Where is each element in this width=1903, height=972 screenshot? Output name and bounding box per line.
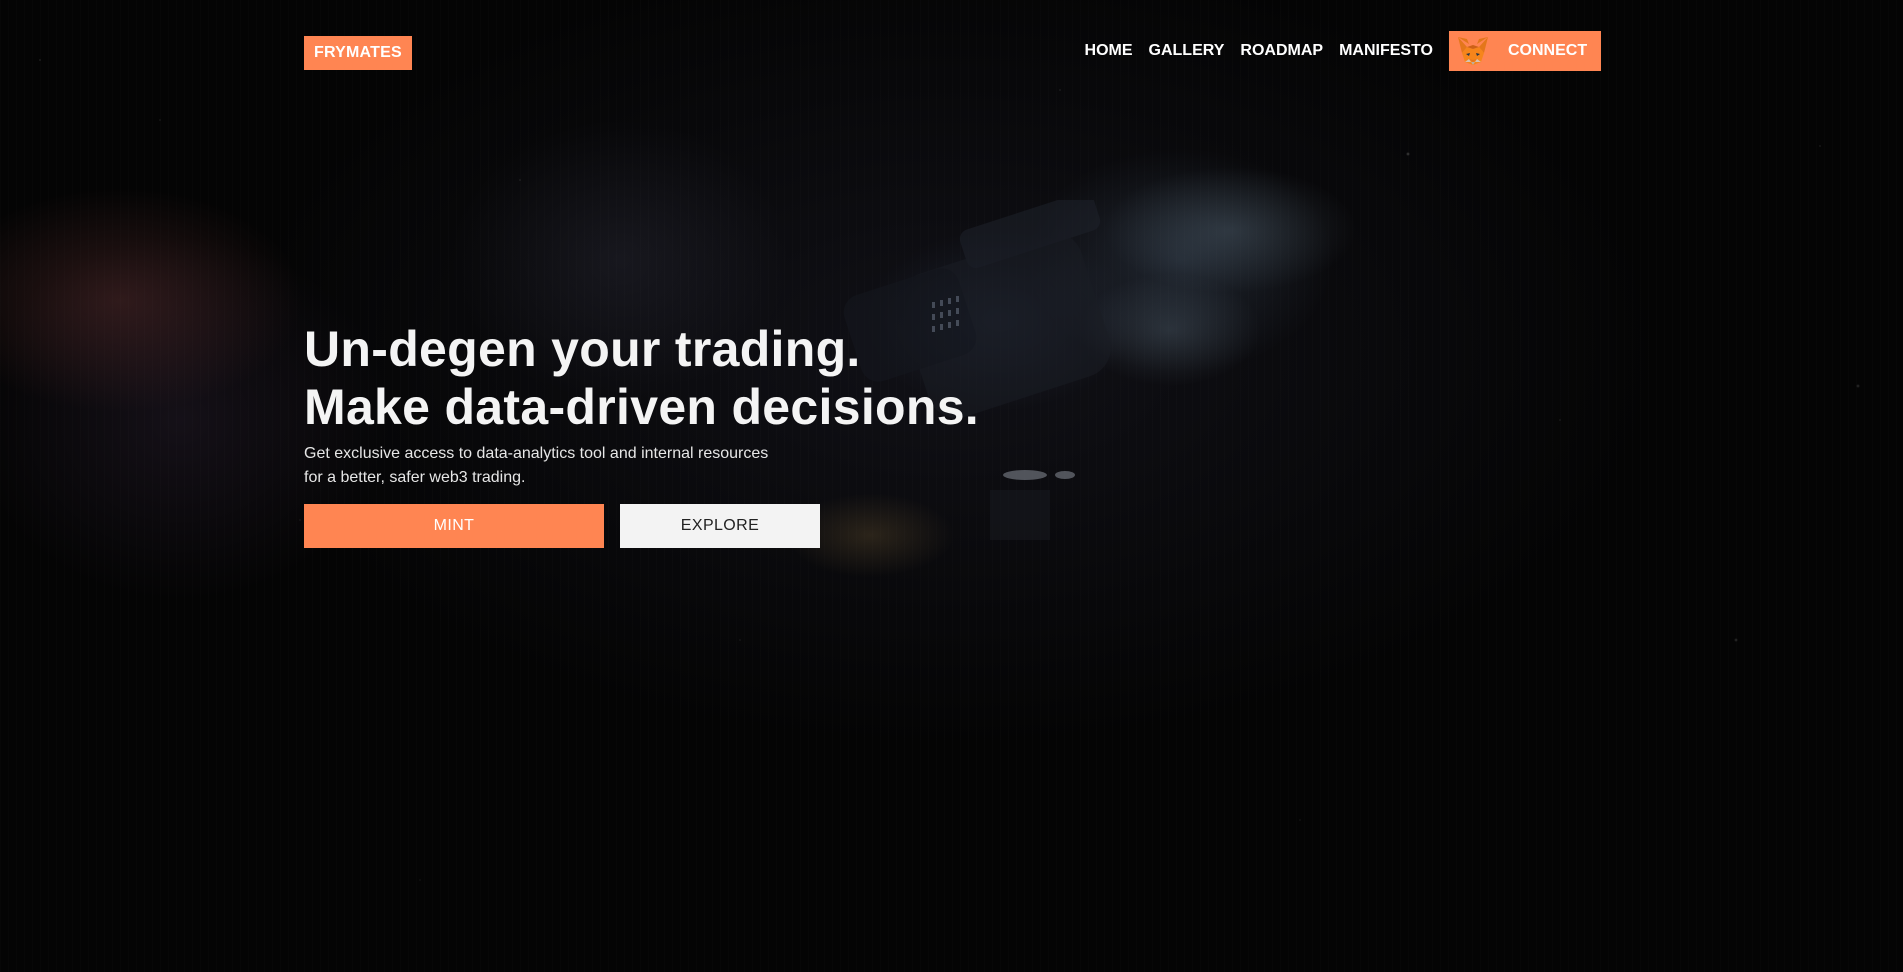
- hero-subtitle-line-2: for a better, safer web3 trading.: [304, 469, 526, 486]
- explore-button[interactable]: EXPLORE: [620, 504, 820, 548]
- hero-headline-line-2: Make data-driven decisions.: [304, 379, 979, 435]
- hero-headline-line-1: Un-degen your trading.: [304, 321, 861, 377]
- hero-section: Un-degen your trading. Make data-driven …: [304, 320, 1204, 548]
- nav-link-manifesto[interactable]: MANIFESTO: [1339, 31, 1433, 71]
- metamask-fox-icon: [1458, 37, 1488, 65]
- landing-page: FRYMATES HOME GALLERY ROADMAP MANIFESTO: [0, 0, 1903, 972]
- nav-link-roadmap[interactable]: ROADMAP: [1240, 31, 1323, 71]
- brand-logo[interactable]: FRYMATES: [304, 36, 412, 70]
- nav-link-home[interactable]: HOME: [1085, 31, 1133, 71]
- hero-subtitle-line-1: Get exclusive access to data-analytics t…: [304, 445, 769, 462]
- nav-menu: HOME GALLERY ROADMAP MANIFESTO CONNECT: [1085, 31, 1601, 71]
- hero-subtitle: Get exclusive access to data-analytics t…: [304, 442, 844, 490]
- connect-wallet-button[interactable]: CONNECT: [1449, 31, 1601, 71]
- connect-button-label: CONNECT: [1508, 42, 1588, 59]
- nav-link-gallery[interactable]: GALLERY: [1149, 31, 1225, 71]
- top-navigation: FRYMATES HOME GALLERY ROADMAP MANIFESTO: [304, 31, 1601, 71]
- hero-actions: MINT EXPLORE: [304, 504, 1204, 548]
- mint-button[interactable]: MINT: [304, 504, 604, 548]
- hero-headline: Un-degen your trading. Make data-driven …: [304, 320, 1204, 436]
